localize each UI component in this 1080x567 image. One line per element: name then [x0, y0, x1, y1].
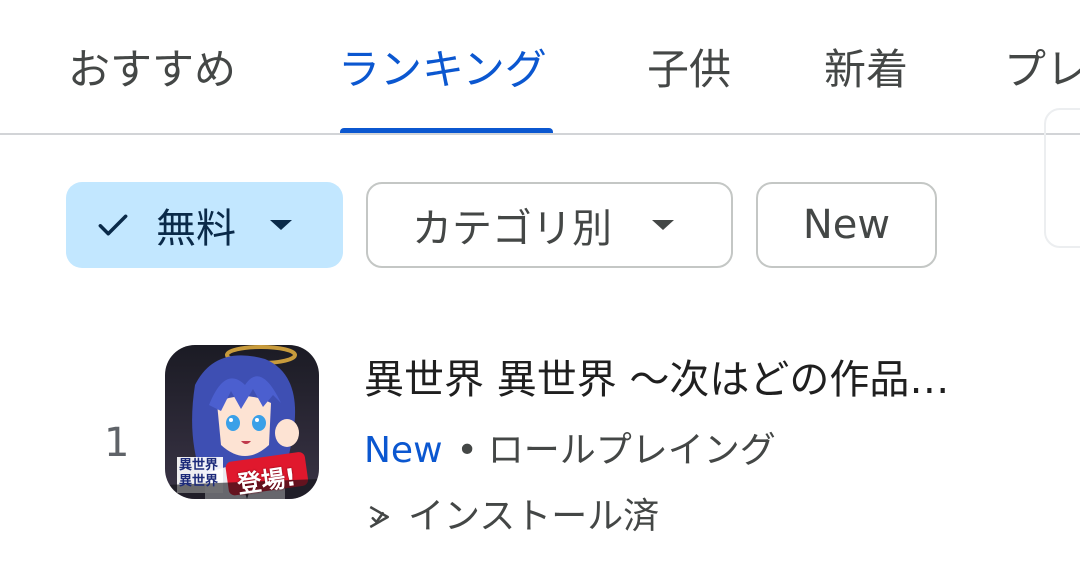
tab-premium[interactable]: プレ — [1004, 42, 1080, 98]
app-icon-logo-text: 異世界 — [179, 458, 219, 473]
filter-chip-free-label: 無料 — [156, 206, 236, 252]
app-meta: New • ロールプレイング — [364, 426, 776, 476]
tab-kids[interactable]: 子供 — [647, 42, 731, 98]
app-icon[interactable]: 異世界 異世界 登場! — [165, 345, 319, 499]
tab-new[interactable]: 新着 — [824, 42, 908, 98]
filter-chip-free[interactable]: 無料 — [66, 182, 343, 268]
check-icon — [94, 206, 132, 244]
rank-number: 1 — [104, 420, 130, 466]
tab-ranking[interactable]: ランキング — [338, 42, 547, 98]
tab-recommended[interactable]: おすすめ — [68, 42, 236, 98]
new-badge: New — [364, 430, 443, 471]
meta-separator: • — [456, 430, 478, 471]
app-genre: ロールプレイング — [487, 430, 776, 471]
side-card-edge[interactable] — [1044, 108, 1080, 248]
filter-chip-category-label: カテゴリ別 — [412, 206, 612, 252]
app-icon-logo-text-2: 異世界 — [179, 474, 219, 489]
dropdown-caret-icon — [270, 220, 292, 230]
installed-icon — [364, 502, 394, 532]
active-tab-indicator — [340, 128, 553, 133]
app-title[interactable]: 異世界 異世界 〜次はどの作品… — [364, 352, 1014, 408]
top-tab-bar: おすすめ ランキング 子供 新着 プレ — [0, 0, 1080, 135]
filter-chip-new[interactable]: New — [756, 182, 937, 268]
filter-chip-category[interactable]: カテゴリ別 — [366, 182, 733, 268]
installed-status-label: インストール済 — [408, 496, 660, 537]
app-icon-banner-text: 登場! — [235, 463, 298, 499]
installed-status: インストール済 — [364, 492, 659, 542]
filter-chip-new-label: New — [802, 202, 891, 248]
dropdown-caret-icon — [652, 220, 674, 230]
